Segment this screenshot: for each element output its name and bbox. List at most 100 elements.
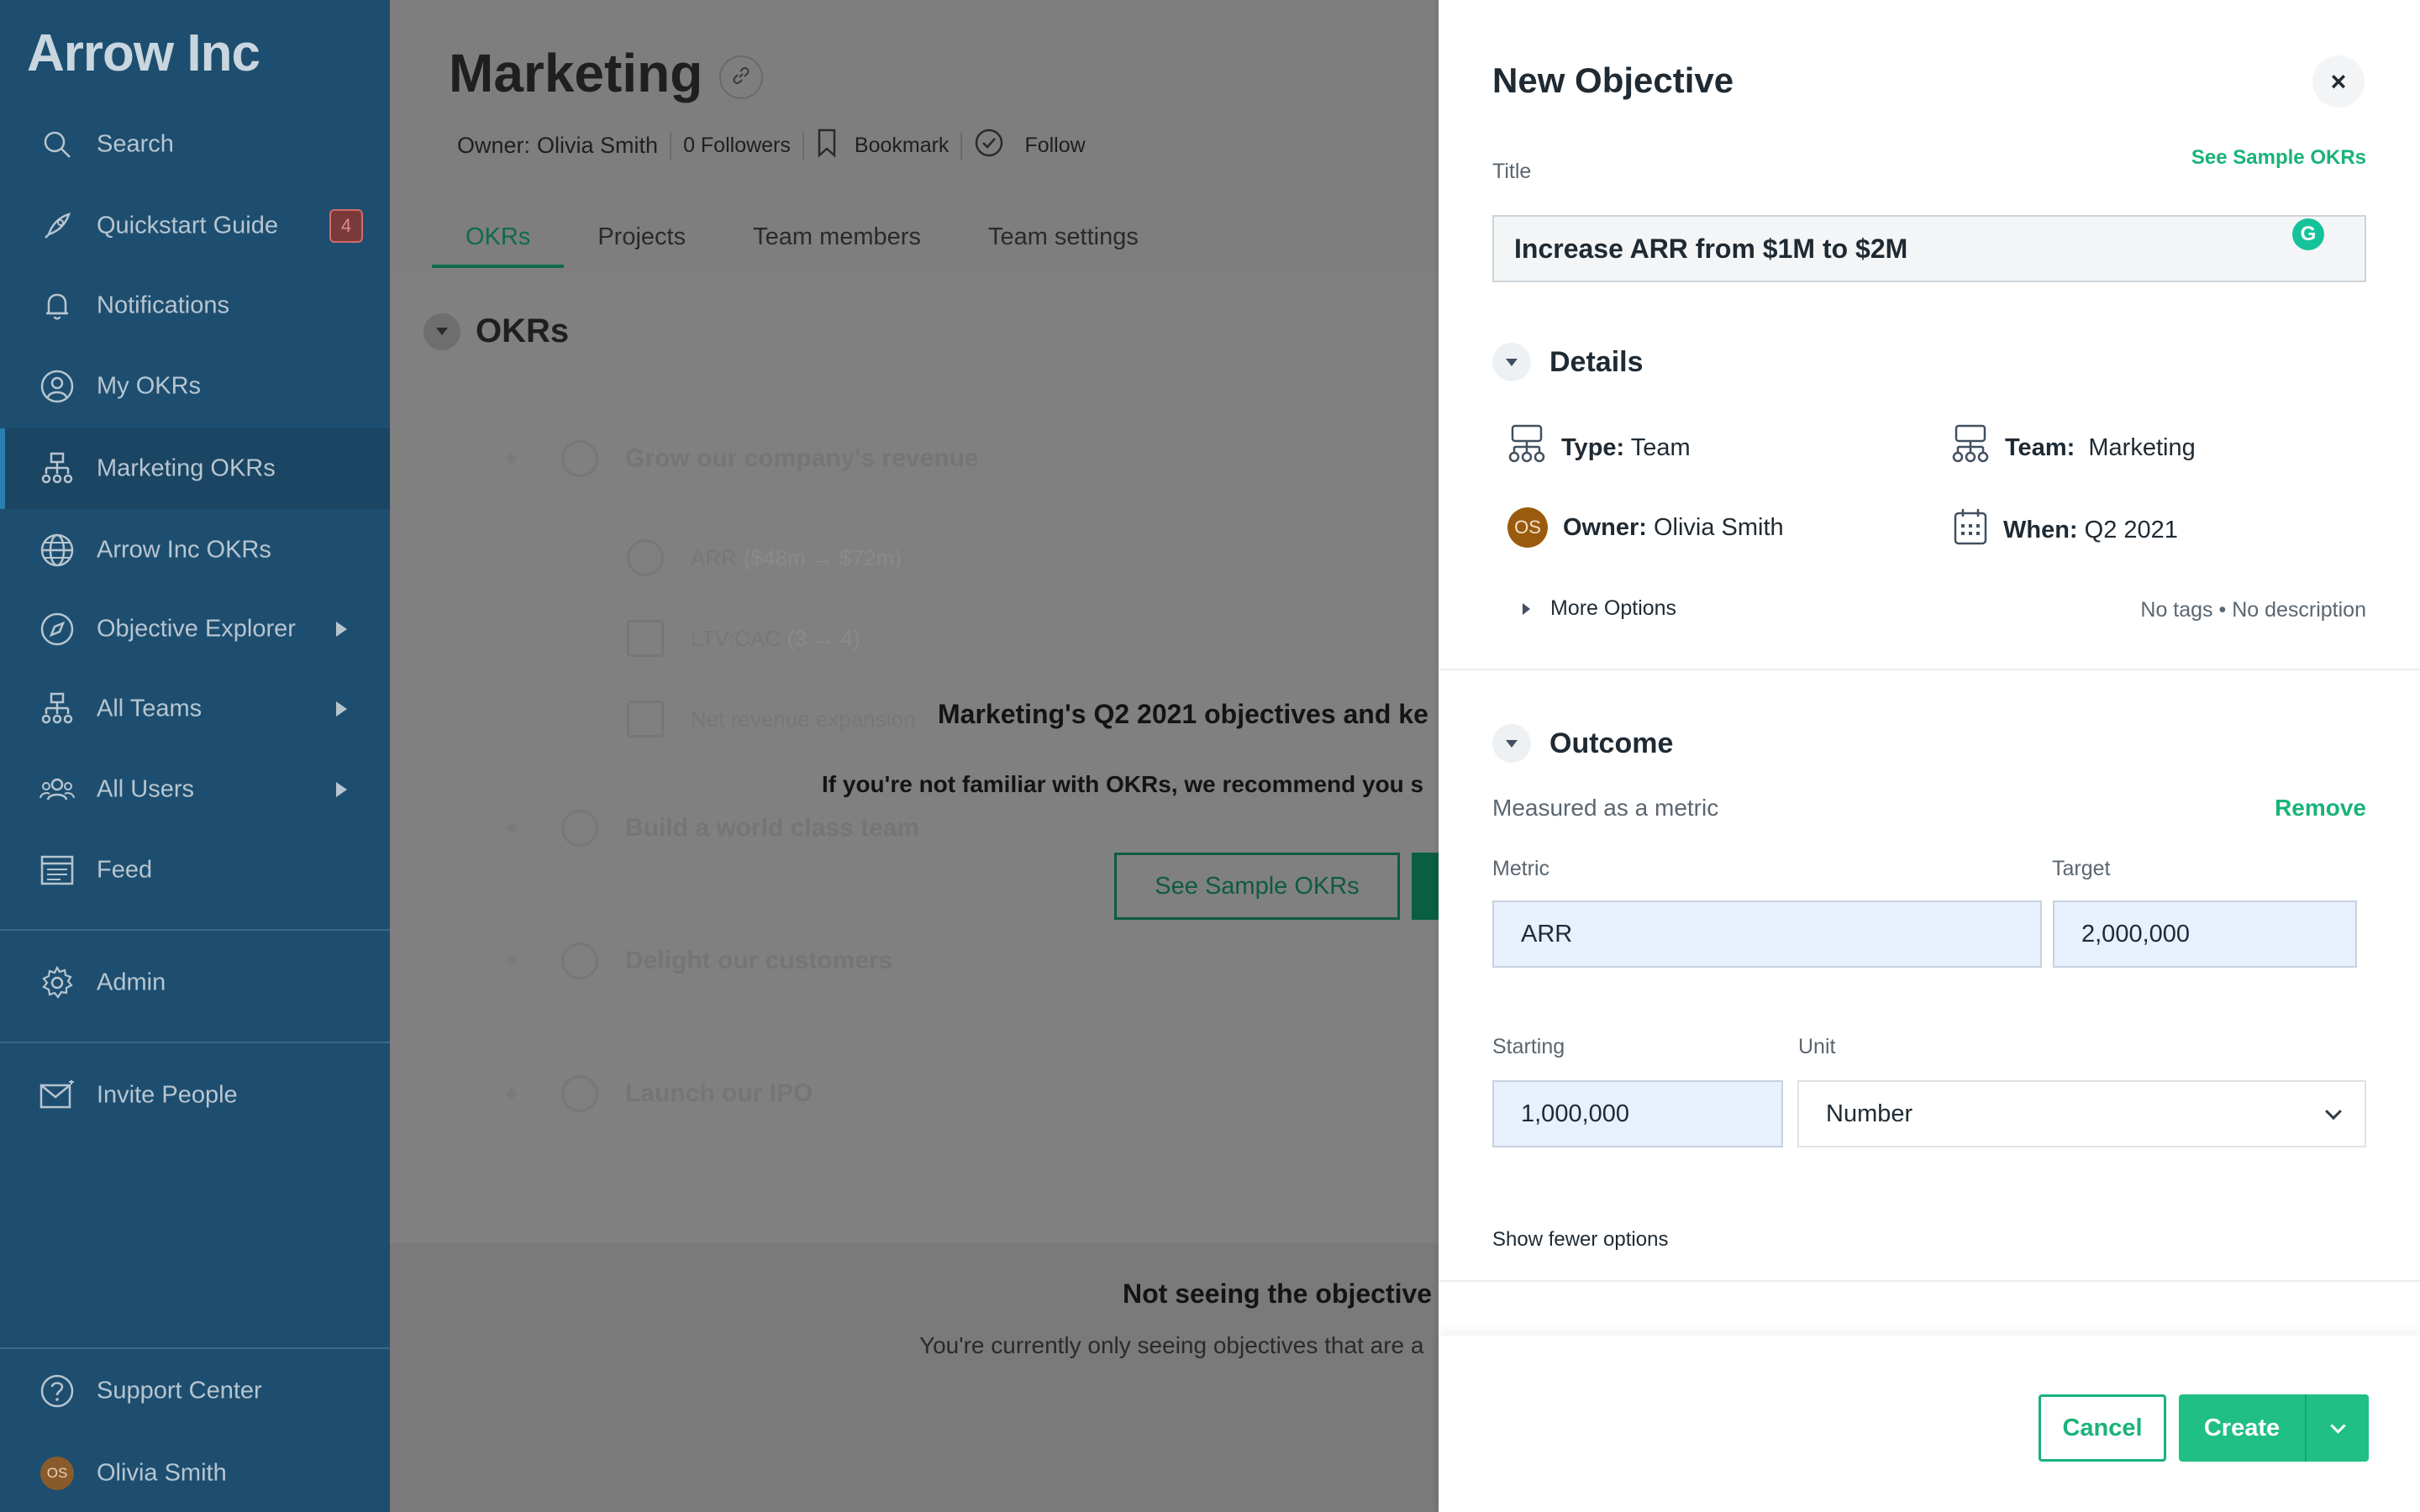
panel-title: New Objective [1492,60,1734,100]
sidebar-divider [0,929,390,931]
create-options-dropdown-button[interactable] [2305,1394,2369,1462]
sidebar-item-admin[interactable]: Admin [0,942,390,1023]
dot-icon [505,822,518,835]
expand-arrow-icon[interactable] [336,622,347,637]
objective-title-value: Increase ARR from $1M to $2M [1514,233,1908,264]
details-section-header[interactable]: Details [1492,343,1644,381]
ghost-objective-row: Build a world class team [505,810,919,847]
team-owner: Owner: Olivia Smith [457,133,659,159]
more-options-toggle[interactable]: More Options [1523,596,1676,621]
show-fewer-options-link[interactable]: Show fewer options [1492,1228,1668,1252]
tab-team-settings[interactable]: Team settings [955,217,1172,268]
sidebar-item-all-users[interactable]: All Users [0,749,390,830]
bookmark-button[interactable]: Bookmark [816,128,949,164]
empty-state-heading: Marketing's Q2 2021 objectives and ke [938,699,1428,729]
divider [802,131,804,160]
followers-count[interactable]: 0 Followers [683,134,791,158]
see-sample-okrs-link[interactable]: See Sample OKRs [2191,146,2366,170]
tab-projects[interactable]: Projects [564,217,719,268]
sidebar-item-notifications[interactable]: Notifications [0,265,390,346]
type-value: Team [1630,433,1691,461]
chevron-down-icon [436,328,448,335]
when-field[interactable]: When: Q2 2021 [1953,507,2178,553]
ghost-key-result-row: ARR ($48m → $72m) [627,539,902,576]
type-key: Type: [1561,433,1625,461]
sidebar-item-quickstart-guide[interactable]: Quickstart Guide 4 [0,186,390,266]
unit-value: Number [1826,1100,1913,1127]
collapse-toggle[interactable] [1492,724,1531,763]
unit-label: Unit [1798,1035,1836,1058]
sidebar-item-marketing-okrs[interactable]: Marketing OKRs [0,428,390,509]
sidebar-item-label: Objective Explorer [97,615,296,643]
target-label: Target [2052,857,2111,880]
sidebar-item-user-profile[interactable]: OS Olivia Smith [0,1433,390,1512]
type-field[interactable]: Type: Team [1507,423,1691,472]
more-options-label: More Options [1550,596,1677,620]
gear-icon [39,964,76,1001]
close-button[interactable]: × [2312,55,2365,108]
create-objective-button[interactable] [1412,853,1439,920]
objective-title-input[interactable]: Increase ARR from $1M to $2M G [1492,215,2366,282]
ghost-objective-row: Grow our company's revenue [505,440,979,477]
starting-value: 1,000,000 [1521,1100,1630,1127]
tab-okrs[interactable]: OKRs [432,217,565,268]
company-logo[interactable]: Arrow Inc [27,24,260,83]
starting-value-input[interactable]: 1,000,000 [1492,1080,1783,1147]
chevron-down-icon [1506,739,1518,748]
sidebar-item-my-okrs[interactable]: My OKRs [0,346,390,427]
metric-input[interactable]: ARR [1492,900,2042,968]
section-divider [1439,669,2420,670]
avatar: OS [39,1455,76,1492]
sidebar-item-label: Admin [97,969,166,996]
ghost-kr-detail: ($48m → $72m) [743,544,902,570]
grammarly-icon[interactable]: G [2292,218,2324,250]
see-sample-okrs-button[interactable]: See Sample OKRs [1114,853,1400,920]
copy-link-button[interactable] [719,55,763,99]
collapse-toggle[interactable] [1492,343,1531,381]
cancel-button[interactable]: Cancel [2039,1394,2166,1462]
sidebar-item-arrow-inc-okrs[interactable]: Arrow Inc OKRs [0,510,390,591]
link-icon [730,65,752,91]
team-field[interactable]: Team: Marketing [1951,423,2196,472]
sidebar-item-feed[interactable]: Feed [0,830,390,911]
create-button[interactable]: Create [2179,1394,2305,1462]
not-seeing-subtext: You're currently only seeing objectives … [919,1332,1424,1358]
rocket-icon [39,207,76,244]
chevron-down-icon [2325,1103,2342,1121]
owner-field[interactable]: OS Owner: Olivia Smith [1507,507,1784,548]
title-label: Title [1492,160,1532,183]
sidebar-item-label: All Users [97,775,195,803]
sidebar-item-label: Notifications [97,291,229,319]
ghost-objective-title: Grow our company's revenue [625,444,979,472]
bell-icon [39,287,76,324]
team-owner-name[interactable]: Olivia Smith [537,133,658,159]
sidebar-item-all-teams[interactable]: All Teams [0,669,390,749]
tab-team-members[interactable]: Team members [719,217,955,268]
dot-icon [505,954,518,968]
target-input[interactable]: 2,000,000 [2053,900,2357,968]
sidebar-item-objective-explorer[interactable]: Objective Explorer [0,589,390,669]
collapse-toggle[interactable] [424,312,460,350]
envelope-icon [39,1077,76,1114]
globe-icon [561,1075,598,1112]
sidebar-item-invite-people[interactable]: Invite People [0,1055,390,1136]
sidebar-item-label: Arrow Inc OKRs [97,536,271,564]
follow-button[interactable]: Follow [974,128,1086,164]
ghost-objective-row: Launch our IPO [505,1075,813,1112]
globe-icon [561,942,598,979]
page-title: Marketing [449,43,703,103]
sidebar-item-support-center[interactable]: Support Center [0,1351,390,1431]
unit-select[interactable]: Number [1797,1080,2366,1147]
globe-icon [39,532,76,569]
dot-icon [505,452,518,465]
sidebar-divider [0,1347,390,1349]
dot-icon [505,1087,518,1100]
chevron-down-icon [1506,358,1518,366]
team-meta-row: Owner: Olivia Smith 0 Followers Bookmark … [457,128,1086,164]
expand-arrow-icon[interactable] [336,701,347,717]
expand-arrow-icon[interactable] [336,782,347,797]
sidebar-item-search[interactable]: Search [0,104,390,185]
remove-metric-link[interactable]: Remove [2275,795,2366,822]
outcome-section-header[interactable]: Outcome [1492,724,1673,763]
globe-icon [561,810,598,847]
